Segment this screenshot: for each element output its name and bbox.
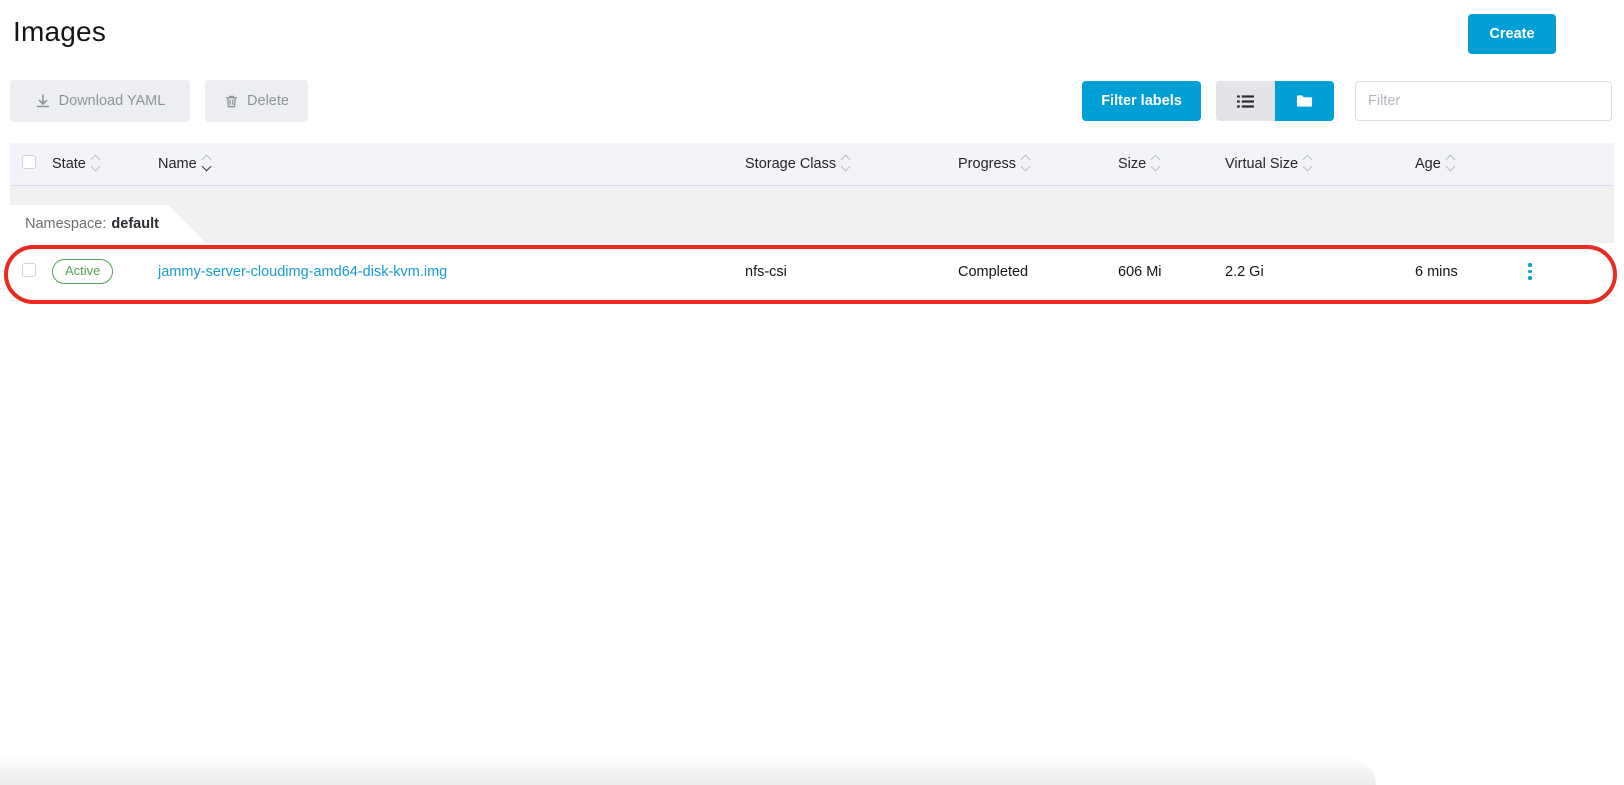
column-header-name[interactable]: Name <box>158 156 745 172</box>
download-yaml-label: Download YAML <box>59 93 166 109</box>
select-all-cell <box>10 155 52 173</box>
column-header-size[interactable]: Size <box>1118 156 1225 172</box>
create-button[interactable]: Create <box>1468 14 1556 54</box>
namespace-group-row: Namespace: default <box>10 186 1614 243</box>
row-actions-cell <box>1520 259 1614 284</box>
delete-button[interactable]: Delete <box>205 80 308 122</box>
column-label-state: State <box>52 156 86 172</box>
column-label-progress: Progress <box>958 156 1016 172</box>
table-header-row: State Name Storage Class Progress Size V… <box>10 143 1614 186</box>
sort-arrows-icon <box>842 156 849 170</box>
virtual-size-cell: 2.2 Gi <box>1225 264 1415 280</box>
status-badge: Active <box>52 259 113 284</box>
column-label-storage-class: Storage Class <box>745 156 836 172</box>
namespace-group-value: default <box>111 216 159 232</box>
list-view-button[interactable] <box>1216 81 1275 121</box>
page-title: Images <box>13 16 106 48</box>
sort-arrows-icon <box>92 156 99 170</box>
column-label-size: Size <box>1118 156 1146 172</box>
namespace-group-label: Namespace: <box>25 216 106 232</box>
sort-arrows-icon <box>1022 156 1029 170</box>
delete-label: Delete <box>247 93 289 109</box>
progress-cell: Completed <box>958 264 1118 280</box>
folder-view-button[interactable] <box>1275 81 1334 121</box>
storage-class-cell: nfs-csi <box>745 264 958 280</box>
sort-arrows-icon <box>1152 156 1159 170</box>
folder-icon <box>1296 94 1313 108</box>
name-cell: jammy-server-cloudimg-amd64-disk-kvm.img <box>158 264 745 280</box>
namespace-group-tab: Namespace: default <box>10 205 206 243</box>
sort-arrows-icon <box>1447 156 1454 170</box>
download-yaml-button[interactable]: Download YAML <box>10 80 190 122</box>
column-label-name: Name <box>158 156 197 172</box>
age-cell: 6 mins <box>1415 264 1520 280</box>
image-name-link[interactable]: jammy-server-cloudimg-amd64-disk-kvm.img <box>158 264 447 280</box>
view-mode-toggle <box>1216 81 1334 121</box>
column-header-virtual-size[interactable]: Virtual Size <box>1225 156 1415 172</box>
column-header-progress[interactable]: Progress <box>958 156 1118 172</box>
images-table: State Name Storage Class Progress Size V… <box>10 143 1614 301</box>
panel-bottom-edge <box>0 758 1376 785</box>
sort-arrows-icon <box>203 156 210 170</box>
kebab-menu-icon[interactable] <box>1522 259 1538 284</box>
select-all-checkbox[interactable] <box>22 155 36 169</box>
create-button-label: Create <box>1489 26 1534 42</box>
images-page: Images Create Download YAML Delete Filte… <box>0 0 1624 785</box>
row-checkbox[interactable] <box>22 263 36 277</box>
download-icon <box>35 93 51 109</box>
size-cell: 606 Mi <box>1118 264 1225 280</box>
trash-icon <box>224 94 239 109</box>
state-cell: Active <box>52 259 158 284</box>
row-select-cell <box>10 263 52 281</box>
toolbar: Download YAML Delete Filter labels <box>0 80 1624 122</box>
column-header-storage-class[interactable]: Storage Class <box>745 156 958 172</box>
sort-arrows-icon <box>1304 156 1311 170</box>
filter-labels-label: Filter labels <box>1101 93 1182 109</box>
column-header-age[interactable]: Age <box>1415 156 1520 172</box>
filter-input[interactable] <box>1355 81 1612 121</box>
list-icon <box>1237 94 1254 109</box>
table-row: Active jammy-server-cloudimg-amd64-disk-… <box>10 243 1614 301</box>
column-header-state[interactable]: State <box>52 156 158 172</box>
column-label-virtual-size: Virtual Size <box>1225 156 1298 172</box>
column-label-age: Age <box>1415 156 1441 172</box>
filter-labels-button[interactable]: Filter labels <box>1082 81 1201 121</box>
